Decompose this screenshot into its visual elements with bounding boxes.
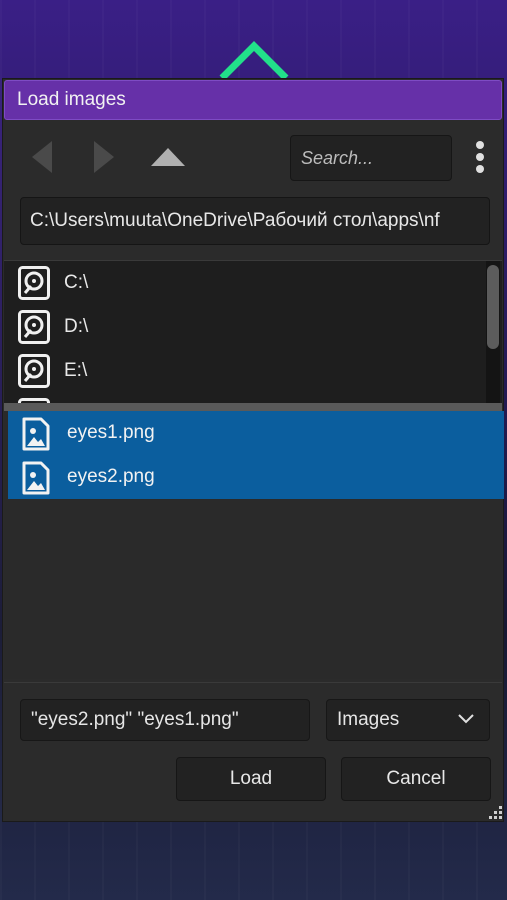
drive-item-e[interactable]: E:\ [4, 349, 488, 393]
chevron-up-icon [219, 41, 289, 81]
filename-field[interactable]: "eyes2.png" "eyes1.png" [20, 699, 310, 741]
chevron-right-icon [94, 141, 114, 173]
load-button[interactable]: Load [176, 757, 326, 801]
kebab-dot [476, 153, 484, 161]
search-input[interactable] [290, 135, 452, 181]
image-file-icon [22, 461, 50, 495]
drive-label: E:\ [64, 360, 88, 381]
file-label: eyes2.png [67, 466, 155, 487]
path-field[interactable]: C:\Users\muuta\OneDrive\Рабочий стол\app… [20, 197, 490, 245]
drive-list: C:\ D:\ E:\ [4, 260, 502, 405]
file-type-select[interactable]: Images [326, 699, 490, 741]
up-directory-button[interactable] [145, 141, 191, 173]
cancel-button[interactable]: Cancel [341, 757, 491, 801]
hard-drive-icon [18, 310, 50, 344]
resize-grip-icon[interactable] [488, 805, 504, 821]
chevron-left-icon [32, 141, 52, 173]
footer-divider [4, 682, 502, 683]
hard-drive-icon [18, 354, 50, 388]
drive-label: C:\ [64, 272, 89, 293]
chevron-down-icon [458, 714, 474, 724]
load-images-dialog: Load images C:\Users\muuta\OneDrive\Рабо… [2, 78, 504, 822]
drive-item-d[interactable]: D:\ [4, 305, 488, 349]
file-item-eyes2[interactable]: eyes2.png [8, 455, 504, 499]
kebab-dot [476, 165, 484, 173]
file-type-value: Images [337, 709, 400, 730]
more-options-button[interactable] [469, 137, 491, 177]
hard-drive-icon [18, 266, 50, 300]
file-label: eyes1.png [67, 422, 155, 443]
forward-button[interactable] [89, 137, 119, 177]
drive-label: D:\ [64, 316, 89, 337]
file-list: eyes1.png eyes2.png [4, 411, 504, 679]
image-file-icon [22, 417, 50, 451]
dialog-title-bar[interactable]: Load images [4, 80, 502, 120]
triangle-up-icon [151, 148, 185, 166]
dialog-title: Load images [17, 89, 126, 110]
panel-splitter[interactable] [4, 403, 502, 411]
drive-item-c[interactable]: C:\ [4, 261, 488, 305]
scrollbar-thumb[interactable] [487, 265, 499, 349]
file-item-eyes1[interactable]: eyes1.png [8, 411, 504, 455]
kebab-dot [476, 141, 484, 149]
back-button[interactable] [27, 137, 57, 177]
